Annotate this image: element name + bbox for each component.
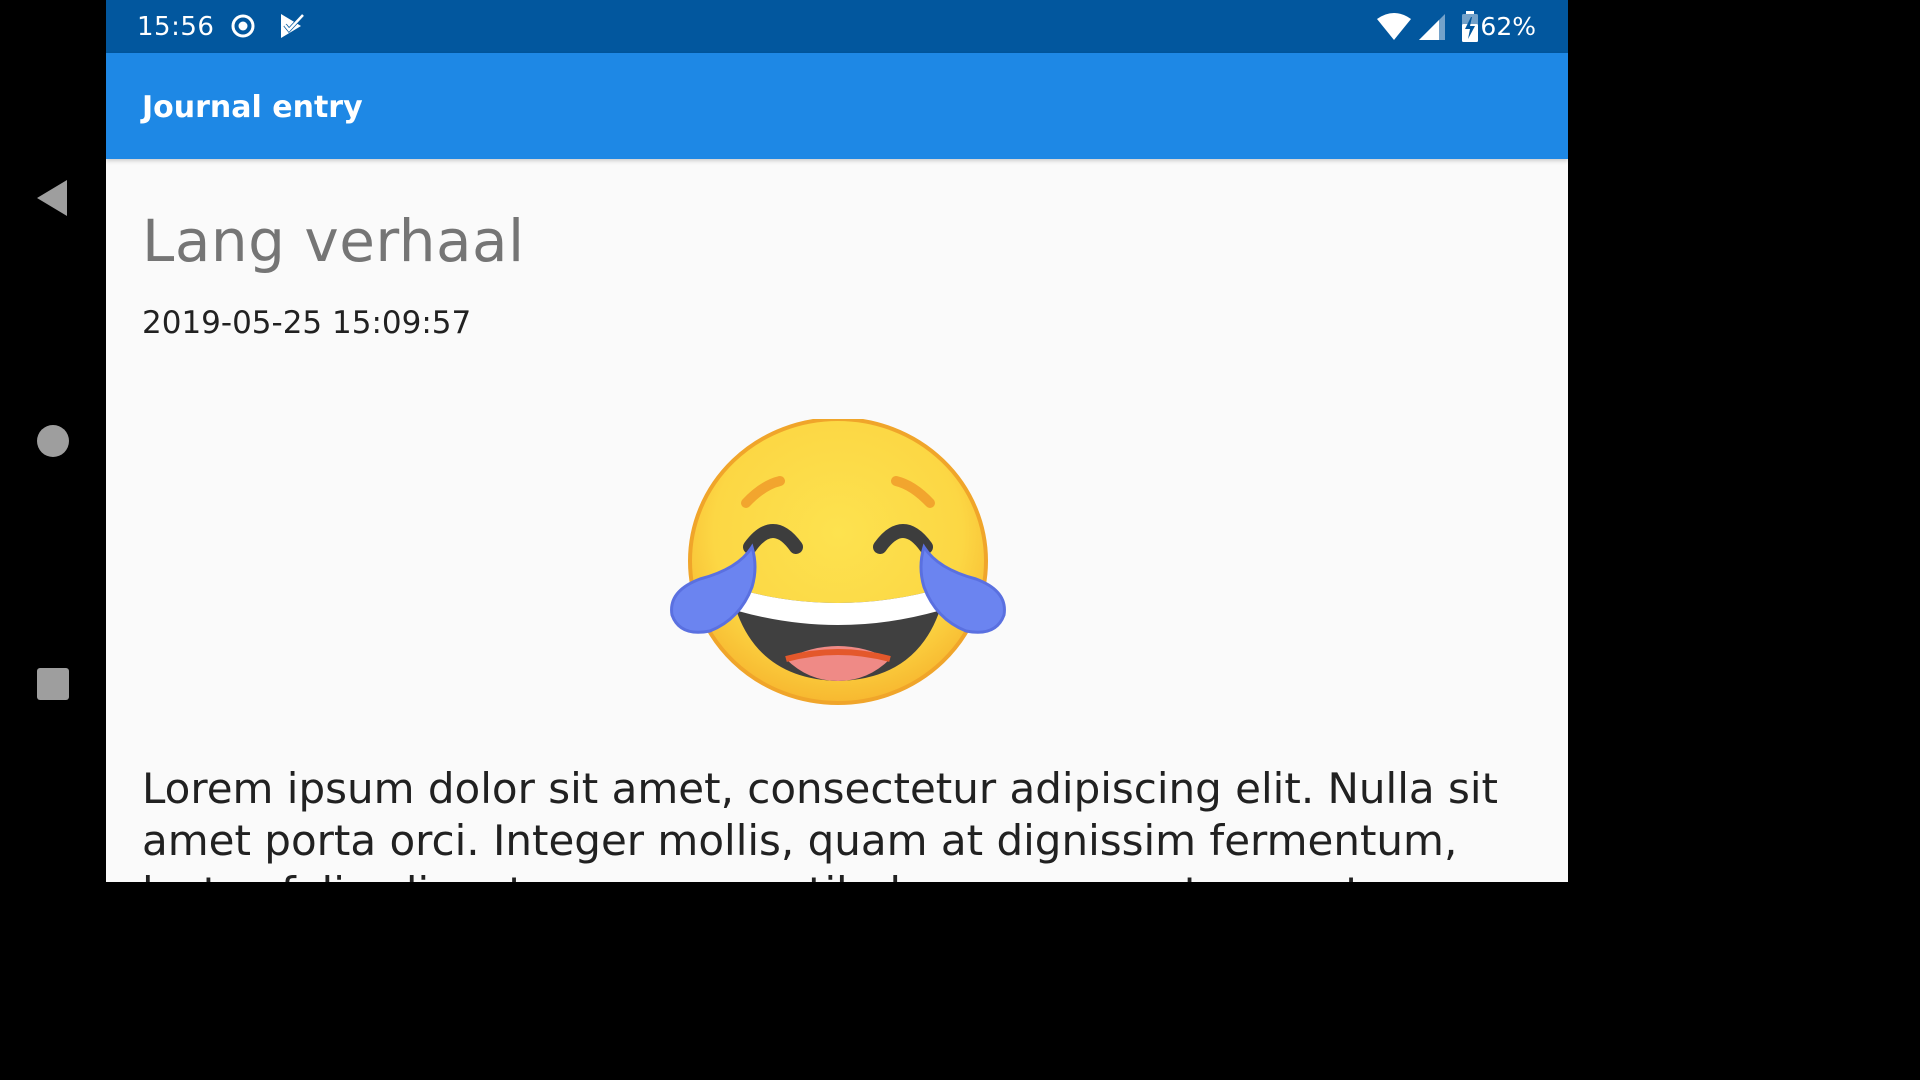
app-bar-title: Journal entry bbox=[142, 90, 363, 125]
battery-charging-icon bbox=[1462, 11, 1478, 42]
signal-icon bbox=[1419, 14, 1445, 40]
back-icon bbox=[37, 180, 67, 216]
entry-datetime: 2019-05-25 15:09:57 bbox=[142, 305, 472, 341]
battery-percentage: 62% bbox=[1480, 12, 1536, 41]
entry-title: Lang verhaal bbox=[142, 207, 525, 275]
recents-icon bbox=[37, 668, 69, 700]
status-bar: 15:56 62% bbox=[106, 0, 1568, 53]
face-with-tears-of-joy-icon bbox=[670, 419, 1006, 705]
recents-button[interactable] bbox=[0, 644, 106, 724]
back-button[interactable] bbox=[0, 158, 106, 238]
home-icon bbox=[37, 425, 69, 457]
status-time: 15:56 bbox=[137, 12, 215, 42]
entry-body-text: Lorem ipsum dolor sit amet, consectetur … bbox=[142, 764, 1498, 882]
home-button[interactable] bbox=[0, 401, 106, 481]
target-icon bbox=[231, 14, 255, 38]
check-flag-icon bbox=[281, 13, 305, 38]
wifi-icon bbox=[1377, 13, 1411, 40]
system-navigation-bar bbox=[0, 0, 106, 882]
app-bar: Journal entry bbox=[106, 53, 1568, 159]
journal-entry-content[interactable]: Lang verhaal 2019-05-25 15:09:57 Lorem i… bbox=[106, 159, 1568, 882]
phone-screen: 15:56 62% Journal entry Lang verhaal 201… bbox=[0, 0, 1568, 882]
